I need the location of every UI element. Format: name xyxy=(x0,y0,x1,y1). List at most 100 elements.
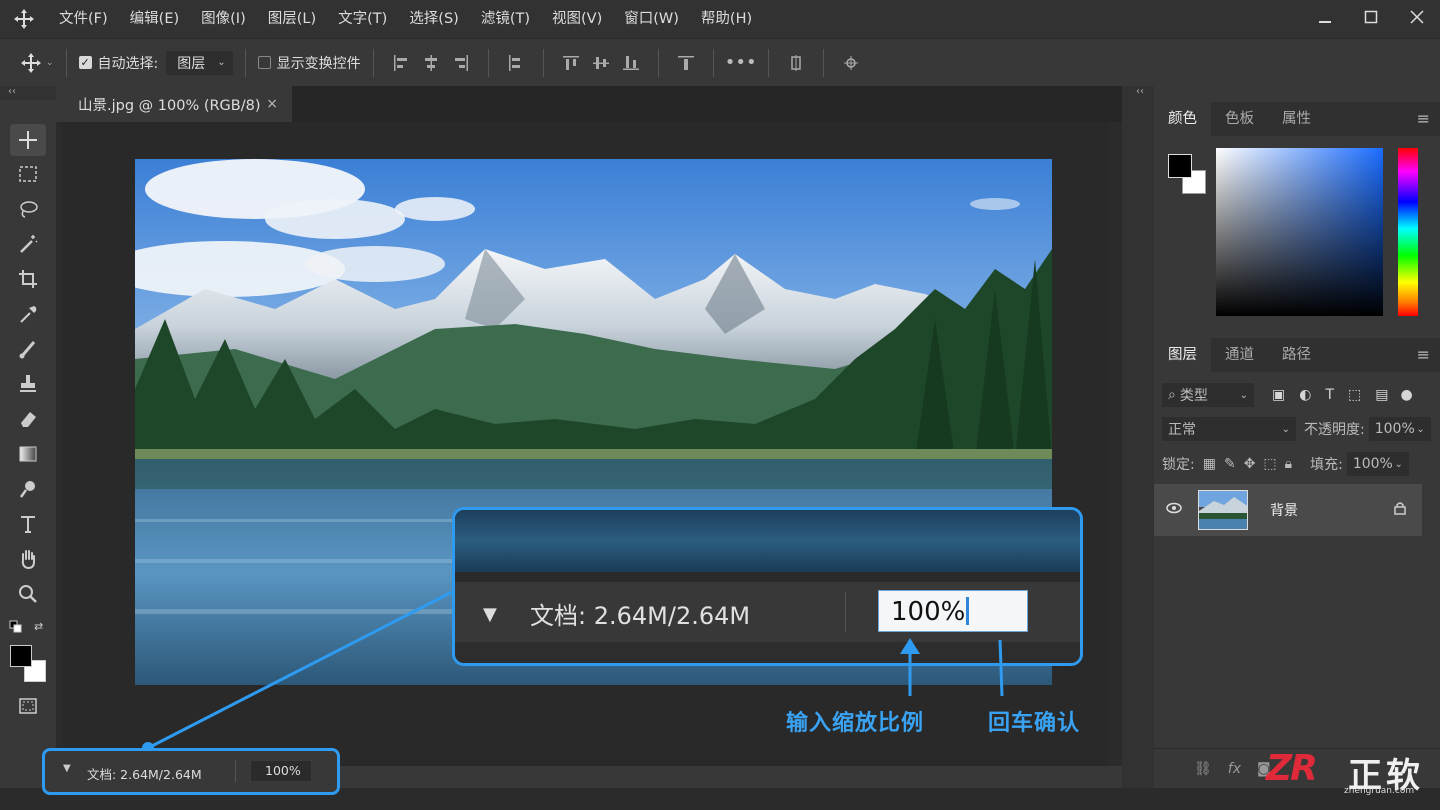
menu-edit[interactable]: 编辑(E) xyxy=(119,0,190,38)
filter-shape-icon[interactable]: ⬚ xyxy=(1348,387,1361,403)
collapse-panels-icon[interactable]: ‹‹ xyxy=(1122,86,1154,102)
layer-row-background[interactable]: 背景 xyxy=(1154,484,1422,536)
layer-filter-row: ⌕ 类型 ⌄ ▣ ◐ T ⬚ ▤ ● xyxy=(1162,382,1432,408)
fill-input[interactable]: 100% ⌄ xyxy=(1346,452,1409,476)
menu-file[interactable]: 文件(F) xyxy=(48,0,119,38)
blend-mode-dropdown[interactable]: 正常 ⌄ xyxy=(1162,417,1296,441)
tab-layers[interactable]: 图层 xyxy=(1154,338,1211,372)
show-transform-checkbox[interactable] xyxy=(257,56,271,69)
tab-channels[interactable]: 通道 xyxy=(1211,338,1268,372)
lock-position-icon[interactable]: ✥ xyxy=(1244,456,1256,472)
search-icon: ⌕ xyxy=(1168,387,1176,403)
color-panel-tabs: 颜色 色板 属性 ≡ xyxy=(1154,102,1440,136)
align-right-icon[interactable] xyxy=(446,48,476,78)
zoom-callout: ▼ 文档: 2.64M/2.64M 100% xyxy=(452,507,1083,666)
gradient-tool-icon[interactable] xyxy=(10,438,46,470)
3d-mode-icon[interactable] xyxy=(781,48,811,78)
zoom-tool-icon[interactable] xyxy=(10,578,46,610)
fill-label: 填充: xyxy=(1310,457,1343,473)
layer-kind-value: 类型 xyxy=(1179,388,1208,404)
stamp-tool-icon[interactable] xyxy=(10,368,46,400)
watermark: ZR 正软 zhengruan.com xyxy=(1262,748,1440,798)
eraser-tool-icon[interactable] xyxy=(10,403,46,435)
callout-zoom-input[interactable]: 100% xyxy=(878,590,1028,632)
separator xyxy=(767,48,769,77)
hue-slider[interactable] xyxy=(1398,148,1418,316)
eyedropper-tool-icon[interactable] xyxy=(10,298,46,330)
filter-toggle-icon[interactable]: ● xyxy=(1400,387,1412,403)
default-colors-icon[interactable] xyxy=(9,620,23,634)
lock-row: 锁定: ▦ ✎ ✥ ⬚ 🔒︎ 填充: 100% ⌄ xyxy=(1162,451,1432,477)
3d-orbit-icon[interactable] xyxy=(836,48,866,78)
panel-foreground-swatch[interactable] xyxy=(1168,154,1192,178)
menu-view[interactable]: 视图(V) xyxy=(541,0,613,38)
align-top-icon[interactable] xyxy=(556,48,586,78)
lasso-tool-icon[interactable] xyxy=(10,193,46,225)
tab-properties[interactable]: 属性 xyxy=(1268,102,1325,136)
fill-value: 100% xyxy=(1352,456,1393,472)
close-tab-icon[interactable]: × xyxy=(266,96,278,112)
layer-style-icon[interactable]: fx xyxy=(1228,761,1241,777)
swap-colors-icon[interactable]: ⇄ xyxy=(34,620,43,633)
collapse-toolbar-icon[interactable]: ‹‹ xyxy=(0,86,56,100)
filter-pixel-icon[interactable]: ▣ xyxy=(1272,387,1285,403)
tab-paths[interactable]: 路径 xyxy=(1268,338,1325,372)
status-menu-arrow-icon[interactable]: ▼ xyxy=(483,604,497,625)
auto-select-target-dropdown[interactable]: 图层 ⌄ xyxy=(166,50,233,75)
restore-icon[interactable] xyxy=(1348,0,1394,34)
filter-smart-object-icon[interactable]: ▤ xyxy=(1375,387,1388,403)
menu-type[interactable]: 文字(T) xyxy=(327,0,398,38)
close-icon[interactable] xyxy=(1394,0,1440,34)
move-tool-icon[interactable] xyxy=(10,124,46,156)
panel-menu-icon[interactable]: ≡ xyxy=(1417,102,1430,136)
tab-color[interactable]: 颜色 xyxy=(1154,102,1211,136)
menu-help[interactable]: 帮助(H) xyxy=(690,0,763,38)
align-horizontal-center-icon[interactable] xyxy=(416,48,446,78)
minimize-icon[interactable] xyxy=(1302,0,1348,34)
dodge-tool-icon[interactable] xyxy=(10,473,46,505)
opacity-input[interactable]: 100% ⌄ xyxy=(1368,417,1431,441)
move-tool-preset-icon[interactable]: ⌄ xyxy=(20,52,54,74)
move-app-icon[interactable] xyxy=(0,0,48,38)
foreground-color-swatch[interactable] xyxy=(10,645,32,667)
auto-select-label: 自动选择: xyxy=(97,55,159,72)
align-bottom-icon[interactable] xyxy=(616,48,646,78)
lock-all-icon[interactable]: 🔒︎ xyxy=(1285,456,1292,472)
distribute-vertical-icon[interactable] xyxy=(671,48,701,78)
lock-transparent-icon[interactable]: ▦ xyxy=(1203,456,1216,472)
menu-select[interactable]: 选择(S) xyxy=(398,0,470,38)
lock-artboard-icon[interactable]: ⬚ xyxy=(1263,456,1276,472)
align-left-icon[interactable] xyxy=(386,48,416,78)
quick-mask-icon[interactable] xyxy=(10,690,46,722)
more-options-icon[interactable]: ••• xyxy=(725,48,757,78)
filter-adjustment-icon[interactable]: ◐ xyxy=(1299,387,1311,403)
type-tool-icon[interactable] xyxy=(10,508,46,540)
hand-tool-icon[interactable] xyxy=(10,543,46,575)
layer-kind-filter[interactable]: ⌕ 类型 ⌄ xyxy=(1162,383,1254,407)
status-menu-arrow-icon[interactable]: ▼ xyxy=(63,763,71,774)
chevron-down-icon: ⌄ xyxy=(1281,423,1290,435)
tab-swatches[interactable]: 色板 xyxy=(1211,102,1268,136)
brush-tool-icon[interactable] xyxy=(10,333,46,365)
document-tab[interactable]: 山景.jpg @ 100% (RGB/8) × xyxy=(56,86,292,122)
status-doc-size: 文档: 2.64M/2.64M xyxy=(87,767,202,782)
filter-type-icon[interactable]: T xyxy=(1325,387,1334,403)
vertical-scrollbar[interactable] xyxy=(1122,86,1154,788)
eye-icon[interactable] xyxy=(1166,502,1184,518)
marquee-tool-icon[interactable] xyxy=(10,158,46,190)
menu-filter[interactable]: 滤镜(T) xyxy=(470,0,541,38)
layers-menu-icon[interactable]: ≡ xyxy=(1417,338,1430,372)
align-vertical-center-icon[interactable] xyxy=(586,48,616,78)
distribute-left-icon[interactable] xyxy=(501,48,531,78)
menu-layer[interactable]: 图层(L) xyxy=(257,0,327,38)
auto-select-target-value: 图层 xyxy=(177,55,206,72)
menu-image[interactable]: 图像(I) xyxy=(190,0,257,38)
link-layers-icon[interactable]: ⛓ xyxy=(1194,761,1212,777)
crop-tool-icon[interactable] xyxy=(10,263,46,295)
lock-image-icon[interactable]: ✎ xyxy=(1224,456,1236,472)
status-zoom-input[interactable]: 100% xyxy=(250,760,312,782)
magic-wand-tool-icon[interactable] xyxy=(10,228,46,260)
auto-select-checkbox[interactable]: ✓ xyxy=(78,56,92,69)
menu-window[interactable]: 窗口(W) xyxy=(613,0,690,38)
color-picker-field[interactable] xyxy=(1216,148,1383,316)
